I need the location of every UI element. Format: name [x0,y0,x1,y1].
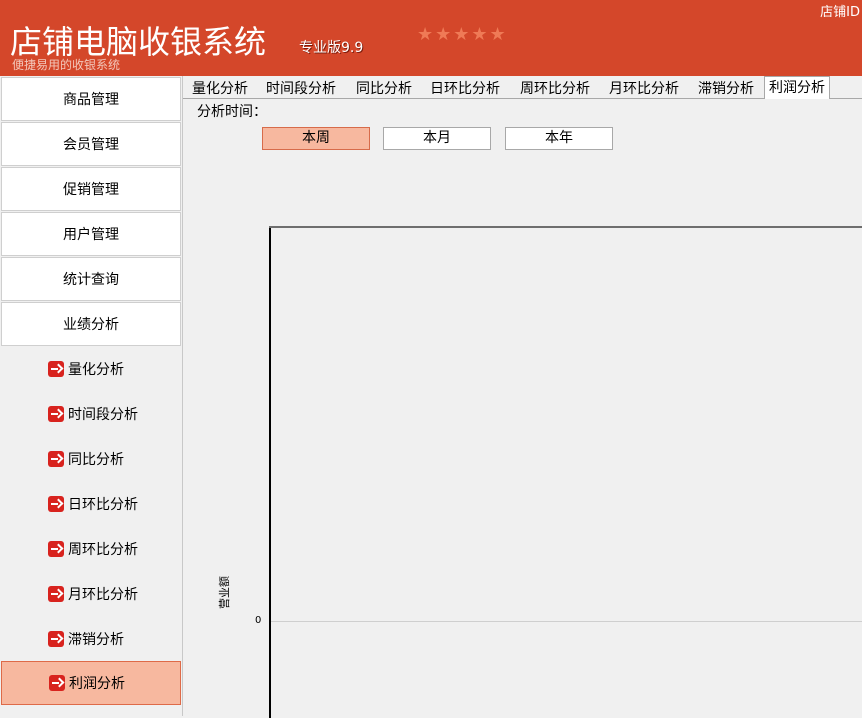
chart-y-tick-label: 0 [255,615,262,626]
sidebar-subitem-label: 量化分析 [68,362,124,378]
arrow-right-icon [48,631,64,647]
sidebar-subitem-monthly-mom[interactable]: 月环比分析 [1,572,181,616]
edition-label: 专业版9.9 [299,40,364,56]
sidebar-subitem-yoy[interactable]: 同比分析 [1,437,181,481]
tab-slow-moving[interactable]: 滞销分析 [694,79,758,99]
arrow-right-icon [48,586,64,602]
this-month-button[interactable]: 本月 [383,127,491,150]
tab-yoy[interactable]: 同比分析 [352,79,416,99]
store-id-label: 店铺ID [820,5,860,20]
sidebar-subitem-label: 滞销分析 [68,632,124,648]
sidebar-item-promotions[interactable]: 促销管理 [1,167,181,211]
tab-monthly-mom[interactable]: 月环比分析 [605,79,683,99]
sidebar-subitem-label: 日环比分析 [68,497,138,513]
sidebar-subitem-label: 时间段分析 [68,407,138,423]
rating-stars-icon: ★★★★★ [417,24,508,45]
sidebar-subitem-time-period[interactable]: 时间段分析 [1,392,181,436]
arrow-right-icon [48,406,64,422]
arrow-right-icon [48,361,64,377]
sidebar-item-performance[interactable]: 业绩分析 [1,302,181,346]
profit-analysis-panel: 分析时间： 本周 本月 本年 0 营业额 [183,99,862,718]
profit-chart: 0 营业额 [183,169,862,718]
tab-time-period[interactable]: 时间段分析 [262,79,340,99]
app-title: 店铺电脑收银系统 [10,23,267,61]
arrow-right-icon [49,675,65,691]
this-year-button[interactable]: 本年 [505,127,613,150]
arrow-right-icon [48,496,64,512]
sidebar-item-statistics[interactable]: 统计查询 [1,257,181,301]
arrow-right-icon [48,451,64,467]
arrow-right-icon [48,541,64,557]
sidebar-subitem-quantitative[interactable]: 量化分析 [1,347,181,391]
sidebar: 商品管理 会员管理 促销管理 用户管理 统计查询 业绩分析 量化分析 时间段分析… [0,76,183,716]
sidebar-subitem-label: 同比分析 [68,452,124,468]
analysis-time-label: 分析时间： [197,104,267,120]
tab-daily-mom[interactable]: 日环比分析 [426,79,504,99]
sidebar-subitem-daily-mom[interactable]: 日环比分析 [1,482,181,526]
chart-y-axis-label: 营业额 [218,576,231,609]
sidebar-subitem-label: 利润分析 [69,676,125,692]
sidebar-item-members[interactable]: 会员管理 [1,122,181,166]
sidebar-subitem-label: 周环比分析 [68,542,138,558]
sidebar-subitem-weekly-mom[interactable]: 周环比分析 [1,527,181,571]
chart-y-axis [269,228,271,718]
sidebar-subitem-slow-moving[interactable]: 滞销分析 [1,617,181,661]
tab-quantitative[interactable]: 量化分析 [188,79,252,99]
sidebar-subitem-profit[interactable]: 利润分析 [1,661,181,705]
app-subtitle: 便捷易用的收银系统 [12,58,121,72]
app-header: 店铺电脑收银系统 专业版9.9 便捷易用的收银系统 ★★★★★ 店铺ID [0,0,862,76]
sidebar-subitem-label: 月环比分析 [68,587,138,603]
analysis-tabbar: 量化分析 时间段分析 同比分析 日环比分析 周环比分析 月环比分析 滞销分析 利… [183,76,862,100]
sidebar-item-users[interactable]: 用户管理 [1,212,181,256]
sidebar-item-products[interactable]: 商品管理 [1,77,181,121]
tab-profit[interactable]: 利润分析 [764,76,830,100]
chart-plot-border [269,226,862,228]
tab-weekly-mom[interactable]: 周环比分析 [516,79,594,99]
chart-zero-gridline [271,621,862,622]
this-week-button[interactable]: 本周 [262,127,370,150]
